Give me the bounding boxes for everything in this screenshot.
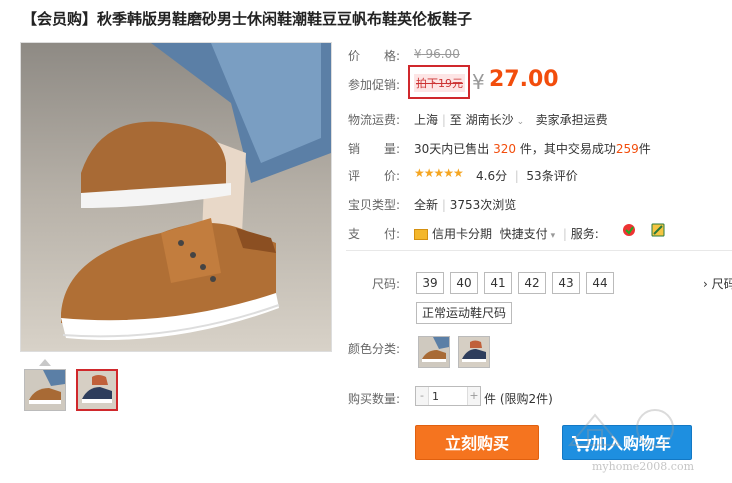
type-info: 全新 | 3753次浏览: [414, 198, 517, 212]
quantity-decrease-button[interactable]: -: [416, 387, 429, 405]
quantity-stepper: - +: [415, 386, 481, 406]
size-label: 尺码:: [372, 277, 401, 291]
thumbnail-navy[interactable]: [76, 369, 118, 411]
credit-card-icon: [414, 229, 428, 240]
shipping-info: 上海 | 至 湖南长沙 ⌄ 卖家承担运费: [414, 113, 608, 127]
price-label: 价 格:: [348, 49, 401, 63]
size-option[interactable]: 44: [586, 272, 614, 294]
color-option-navy[interactable]: [458, 336, 490, 368]
buy-now-button[interactable]: 立刻购买: [415, 425, 539, 460]
rating-label: 评 价:: [348, 169, 401, 183]
thumbnail-pointer: [39, 359, 51, 366]
size-chart-option[interactable]: 正常运动鞋尺码: [416, 302, 513, 324]
payment-info: 信用卡分期 快捷支付 ▾ | 服务:: [414, 225, 599, 242]
shipping-from: 上海: [414, 113, 439, 127]
promo-currency: ¥: [472, 70, 485, 94]
promo-label: 参加促销:: [348, 78, 401, 92]
guarantee-icon[interactable]: [651, 223, 665, 237]
color-label: 颜色分类:: [348, 342, 401, 356]
quantity-input[interactable]: [430, 388, 470, 404]
rating-stars: ★★★★★: [414, 166, 464, 180]
main-product-image[interactable]: [20, 42, 332, 352]
sales-label: 销 量:: [348, 142, 401, 156]
credit-installment[interactable]: 信用卡分期: [432, 227, 492, 241]
review-count-link[interactable]: 53条评价: [526, 169, 577, 183]
type-label: 宝贝类型:: [348, 198, 401, 212]
shipping-fee: 卖家承担运费: [535, 113, 608, 127]
promo-highlight-box: [408, 65, 470, 99]
size-option[interactable]: 41: [484, 272, 512, 294]
promo-price: 27.00: [489, 67, 559, 92]
color-option-brown[interactable]: [418, 336, 450, 368]
payment-label: 支 付:: [348, 227, 401, 241]
thumbnail-brown[interactable]: [24, 369, 66, 411]
rating-score: 4.6分: [476, 169, 508, 183]
shipping-to[interactable]: 湖南长沙: [466, 113, 514, 127]
quantity-label: 购买数量:: [348, 392, 401, 406]
quick-pay[interactable]: 快捷支付: [500, 227, 548, 241]
product-title: 【会员购】秋季韩版男鞋磨砂男士休闲鞋潮鞋豆豆帆布鞋英伦板鞋子: [22, 10, 473, 28]
quantity-increase-button[interactable]: +: [467, 387, 480, 405]
rating-info: 4.6分 | 53条评价: [476, 169, 578, 183]
size-option[interactable]: 40: [450, 272, 478, 294]
size-option[interactable]: 42: [518, 272, 546, 294]
section-divider: [346, 250, 732, 251]
original-price: ¥ 96.00: [414, 47, 460, 61]
quantity-limit: 件 (限购2件): [484, 392, 553, 406]
size-option[interactable]: 43: [552, 272, 580, 294]
watermark-logo: [567, 409, 674, 447]
service-badge-icon[interactable]: [622, 223, 636, 237]
shipping-label: 物流运费:: [348, 113, 401, 127]
size-option[interactable]: 39: [416, 272, 444, 294]
sales-info: 30天内已售出 320 件，其中交易成功259件: [414, 142, 651, 156]
watermark-url: myhome2008.com: [592, 460, 694, 473]
size-guide-link[interactable]: › 尺码: [703, 275, 732, 292]
